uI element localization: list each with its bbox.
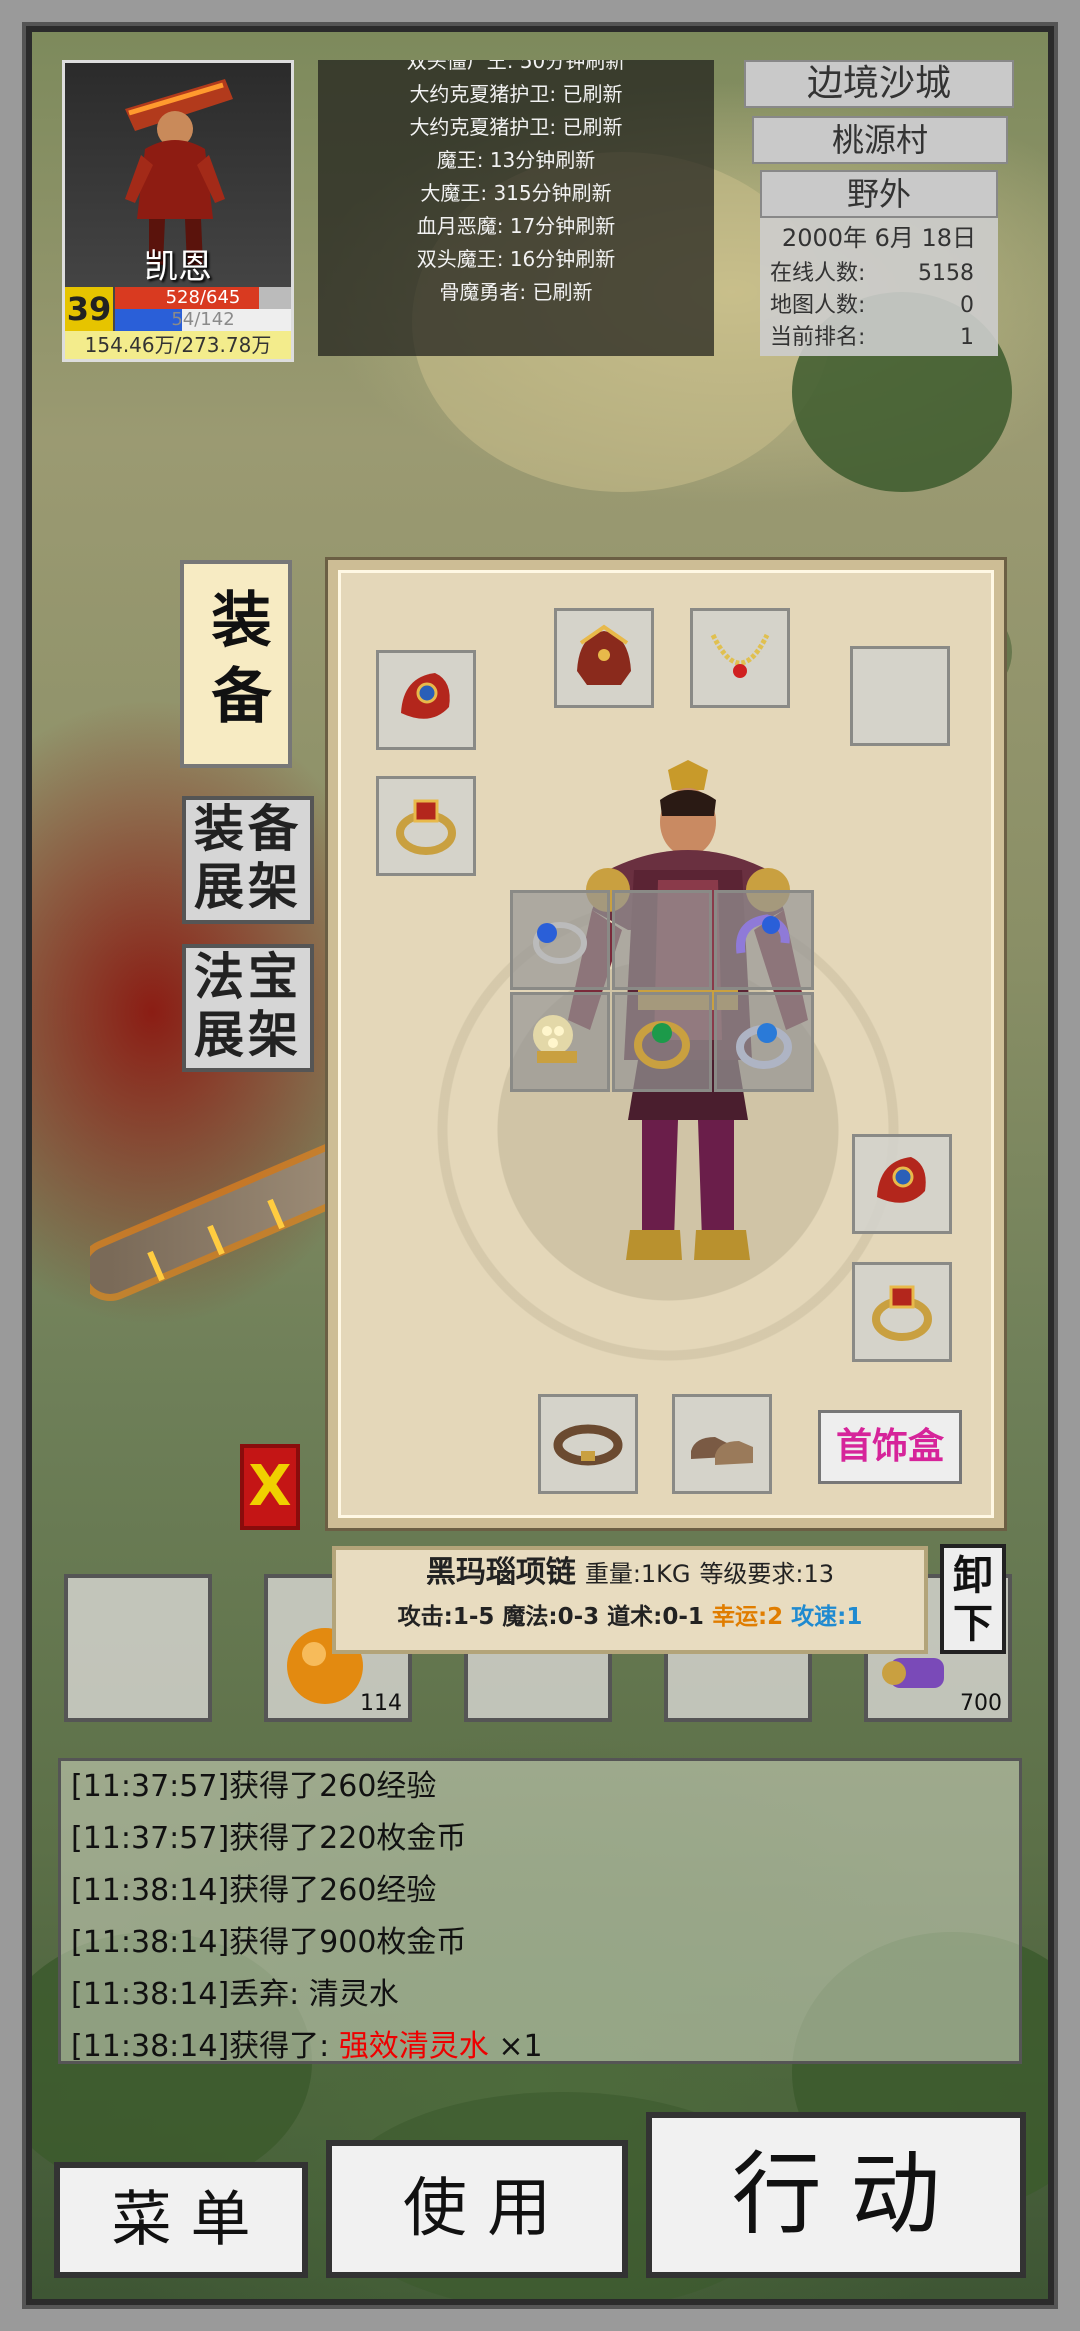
boss-row: 大约克夏猪护卫: 已刷新 — [409, 82, 623, 106]
item-stats: 攻击:1-5 魔法:0-3 道术:0-1 — [397, 1604, 704, 1630]
online-value: 5158 — [918, 261, 974, 286]
log-entry: [11:38:14]丢弃: 清灵水 — [71, 1977, 399, 2012]
rank-label: 当前排名: — [770, 325, 866, 350]
jewelry-box-button[interactable]: 首饰盒 — [818, 1410, 962, 1484]
mp-text: 54/142 — [171, 309, 235, 330]
player-portrait[interactable]: 凯恩 39 528/645 54/142 154.46万/273.78万 — [62, 60, 294, 362]
bracer-icon — [877, 1157, 926, 1203]
map-players-value: 0 — [960, 293, 974, 318]
bracelet-left-slot[interactable] — [510, 890, 610, 990]
item-attack-speed: 攻速:1 — [791, 1604, 863, 1630]
player-level: 39 — [65, 287, 113, 331]
bracelet-icon — [533, 922, 587, 964]
gloves-icon — [533, 1015, 577, 1063]
ring-icon — [872, 1285, 932, 1341]
treasure-rack-label-2: 展架 — [194, 1006, 302, 1064]
unequip-label-1: 卸 — [953, 1553, 993, 1599]
quick-slot-count: 114 — [360, 1691, 402, 1716]
equipment-rack-label-2: 展架 — [194, 858, 302, 916]
boss-row: 双头魔王: 16分钟刷新 — [416, 247, 616, 271]
hp-bar: 528/645 — [115, 287, 291, 309]
boss-row: 魔王: 13分钟刷新 — [436, 148, 596, 172]
item-level-req: 等级要求:13 — [699, 1560, 835, 1588]
exp-text: 154.46万/273.78万 — [84, 333, 272, 357]
quick-slot[interactable] — [64, 1574, 212, 1722]
armguard-right-slot[interactable] — [852, 1134, 952, 1234]
ring-silver-icon — [736, 1023, 792, 1069]
boots-icon — [691, 1437, 753, 1465]
log-entry: [11:38:14]获得了: 强效清灵水 ×1 — [71, 2029, 543, 2064]
game-date: 2000年 6月 18日 — [781, 224, 977, 252]
helmet-slot[interactable] — [554, 608, 654, 708]
empty-slot[interactable] — [850, 646, 950, 746]
location-city[interactable]: 边境沙城 — [744, 60, 1014, 108]
medal-slot[interactable] — [612, 890, 712, 990]
ring-icon — [396, 799, 456, 855]
online-label: 在线人数: — [770, 261, 866, 286]
treasure-rack-label-1: 法宝 — [194, 948, 302, 1006]
equipment-rack-label-1: 装备 — [194, 800, 302, 858]
map-players-label: 地图人数: — [770, 293, 866, 318]
ring-right-slot[interactable] — [714, 992, 814, 1092]
equipment-rack-button[interactable]: 装备 展架 — [182, 796, 314, 924]
equipment-panel: 首饰盒 — [328, 560, 1004, 1528]
bracelet-right-slot[interactable] — [714, 890, 814, 990]
equipment-title: 装备 — [180, 560, 292, 768]
menu-button[interactable]: 菜 单 — [54, 2162, 308, 2278]
item-name: 黑玛瑙项链 — [425, 1555, 576, 1590]
bracer-icon — [401, 673, 450, 719]
ring-center-slot[interactable] — [612, 992, 712, 1092]
location-area[interactable]: 野外 — [760, 170, 998, 218]
player-name: 凯恩 — [144, 247, 212, 287]
action-button[interactable]: 行 动 — [646, 2112, 1026, 2278]
log-highlight: 强效清灵水 — [338, 2029, 489, 2064]
mp-bar: 54/142 — [115, 309, 291, 331]
message-log[interactable]: [11:37:57]获得了260经验 [11:37:57]获得了220枚金币 [… — [58, 1758, 1022, 2064]
boots-slot[interactable] — [672, 1394, 772, 1494]
use-button[interactable]: 使 用 — [326, 2140, 628, 2278]
item-luck: 幸运:2 — [711, 1604, 784, 1630]
treasure-rack-button[interactable]: 法宝 展架 — [182, 944, 314, 1072]
unequip-label-2: 下 — [953, 1601, 993, 1647]
exp-bar: 154.46万/273.78万 — [65, 331, 291, 359]
log-entry: [11:38:14]获得了260经验 — [71, 1873, 437, 1908]
unequip-button[interactable]: 卸 下 — [940, 1544, 1006, 1654]
boss-row: 大魔王: 315分钟刷新 — [420, 181, 612, 205]
boss-row: 骨魔勇者: 已刷新 — [439, 280, 593, 304]
armguard-left-slot[interactable] — [376, 650, 476, 750]
log-entry: [11:37:57]获得了220枚金币 — [71, 1821, 467, 1856]
rank-value: 1 — [960, 325, 974, 350]
boss-row: 血月恶魔: 17分钟刷新 — [416, 214, 616, 238]
bracelet-blue-icon — [736, 914, 790, 954]
boss-row: 大约克夏猪护卫: 已刷新 — [409, 115, 623, 139]
helmet-icon — [577, 624, 631, 685]
quick-slot-count: 700 — [960, 1691, 1002, 1716]
boss-row: 双头僵尸王: 50分钟刷新 — [406, 60, 626, 73]
necklace-slot[interactable] — [690, 608, 790, 708]
location-village[interactable]: 桃源村 — [752, 116, 1008, 164]
hp-text: 528/645 — [165, 287, 241, 308]
ring-right-2-slot[interactable] — [852, 1262, 952, 1362]
gloves-slot[interactable] — [510, 992, 610, 1092]
belt-slot[interactable] — [538, 1394, 638, 1494]
item-weight: 重量:1KG — [584, 1560, 691, 1588]
log-entry: [11:38:14]获得了900枚金币 — [71, 1925, 467, 1960]
ring-left-slot[interactable] — [376, 776, 476, 876]
ring-green-icon — [634, 1021, 690, 1069]
server-stats: 2000年 6月 18日 在线人数: 5158 地图人数: 0 当前排名: 1 — [760, 218, 998, 356]
belt-icon — [553, 1424, 623, 1466]
boss-refresh-list[interactable]: 双头僵尸王: 50分钟刷新 大约克夏猪护卫: 已刷新 大约克夏猪护卫: 已刷新 … — [318, 60, 714, 356]
close-button[interactable]: X — [240, 1444, 300, 1530]
item-info-box: 黑玛瑙项链 重量:1KG 等级要求:13 攻击:1-5 魔法:0-3 道术:0-… — [332, 1546, 928, 1654]
log-entry: [11:37:57]获得了260经验 — [71, 1769, 437, 1804]
necklace-icon — [710, 633, 770, 678]
